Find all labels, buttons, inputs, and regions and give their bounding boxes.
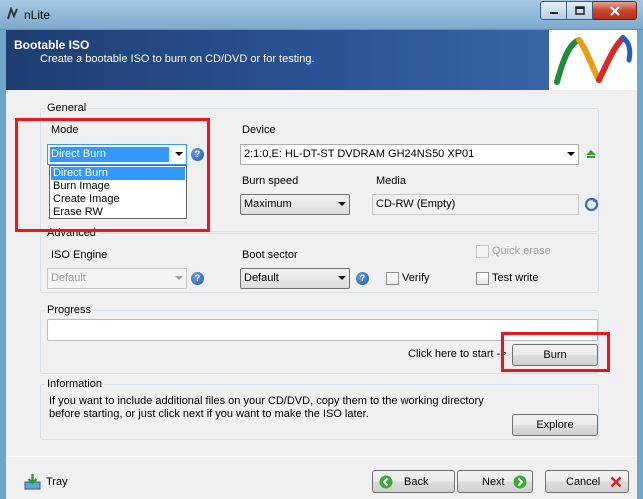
cancel-label: Cancel [566, 476, 601, 488]
progress-group-label: Progress [45, 304, 94, 316]
tray-label[interactable]: Tray [46, 476, 68, 488]
close-icon [609, 5, 620, 16]
refresh-icon[interactable] [584, 197, 599, 212]
device-label: Device [242, 124, 276, 136]
burn-highlight-box [501, 332, 610, 372]
verify-label: Verify [402, 272, 430, 284]
boot-sector-label: Boot sector [242, 249, 298, 261]
eject-refresh-icon[interactable] [584, 146, 598, 160]
nlite-app-icon [7, 7, 18, 20]
information-text-line2: before starting, or just click next if y… [49, 408, 369, 420]
close-window-button[interactable] [593, 1, 637, 20]
footer-separator [6, 456, 637, 457]
boot-sector-select[interactable]: Default [240, 268, 350, 289]
mode-highlight-box [15, 118, 210, 232]
burn-speed-select[interactable]: Maximum [240, 194, 350, 215]
burn-speed-label: Burn speed [242, 175, 299, 187]
iso-engine-label: ISO Engine [51, 249, 108, 261]
click-here-label: Click here to start -> [408, 348, 507, 360]
boot-sector-help-icon[interactable]: ? [356, 272, 369, 285]
device-value: 2:1:0,E: HL-DT-ST DVDRAM GH24NS50 XP01 [244, 148, 475, 160]
media-label: Media [376, 175, 406, 187]
explore-button[interactable]: Explore [512, 414, 598, 436]
iso-engine-help-icon[interactable]: ? [191, 272, 204, 285]
media-field: CD-RW (Empty) [372, 194, 579, 215]
page-title: Bootable ISO [14, 38, 90, 52]
header-banner: Bootable ISO Create a bootable ISO to bu… [6, 30, 637, 90]
title-bar: nLite [0, 0, 643, 30]
tray-icon[interactable] [24, 473, 41, 490]
back-arrow-icon [379, 475, 393, 489]
iso-engine-select[interactable]: Default [47, 268, 187, 289]
chevron-down-icon [567, 152, 575, 156]
back-label: Back [404, 476, 429, 488]
back-button[interactable]: Back [372, 470, 455, 493]
cancel-x-icon [610, 476, 622, 488]
maximize-icon [574, 6, 585, 15]
information-group-label: Information [45, 378, 105, 390]
window-title: nLite [24, 8, 51, 22]
iso-engine-value: Default [51, 272, 86, 284]
general-group-label: General [45, 102, 89, 114]
boot-sector-value: Default [244, 272, 279, 284]
nlite-logo-icon [549, 30, 637, 90]
media-value: CD-RW (Empty) [376, 198, 456, 210]
quick-erase-label: Quick erase [492, 245, 551, 257]
cancel-button[interactable]: Cancel [545, 470, 629, 493]
chevron-down-icon [338, 202, 346, 206]
minimize-button[interactable] [540, 1, 567, 20]
device-select[interactable]: 2:1:0,E: HL-DT-ST DVDRAM GH24NS50 XP01 [240, 144, 579, 165]
next-arrow-icon [513, 475, 527, 489]
information-text-line1: If you want to include additional files … [49, 395, 484, 407]
quick-erase-checkbox[interactable] [476, 245, 489, 258]
test-write-checkbox[interactable] [476, 272, 489, 285]
next-label: Next [482, 476, 505, 488]
page-subtitle: Create a bootable ISO to burn on CD/DVD … [40, 53, 315, 65]
verify-checkbox[interactable] [386, 272, 399, 285]
test-write-label: Test write [492, 272, 539, 284]
minimize-icon [549, 11, 558, 14]
maximize-button[interactable] [567, 1, 593, 20]
burn-speed-value: Maximum [244, 198, 292, 210]
chevron-down-icon [338, 276, 346, 280]
chevron-down-icon [175, 276, 183, 280]
dialog-body: General Mode Direct Burn ? Direct Burn B… [6, 90, 637, 499]
next-button[interactable]: Next [457, 470, 533, 493]
